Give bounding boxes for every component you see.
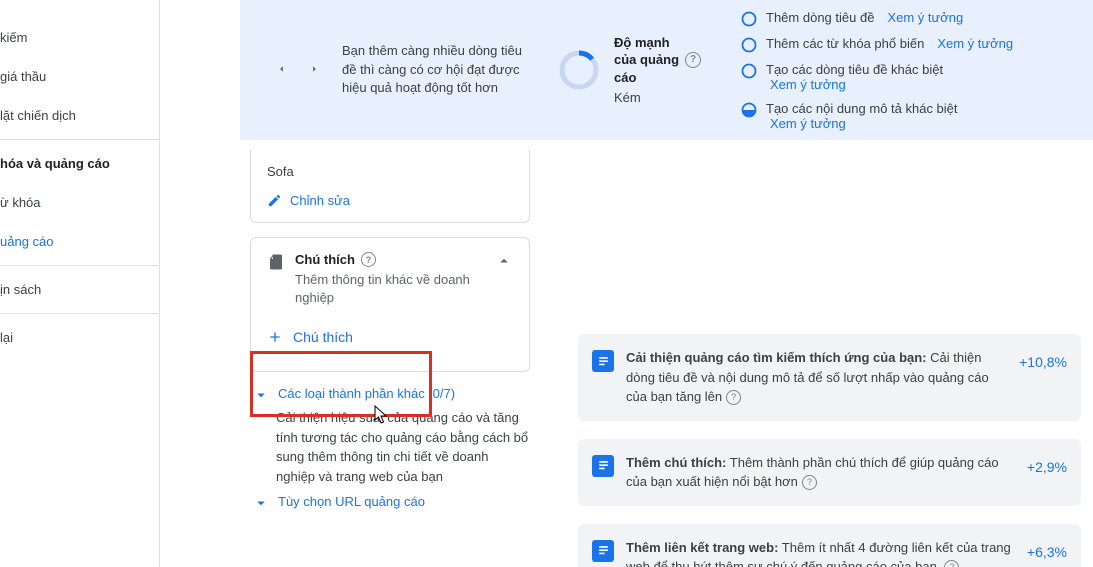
sidebar-divider-2 — [0, 313, 159, 314]
help-icon[interactable]: ? — [685, 52, 701, 68]
rec-card-1[interactable]: Thêm chú thích: Thêm thành phần chú thíc… — [578, 439, 1081, 506]
gauge-icon — [558, 49, 600, 91]
recommendation-icon — [592, 350, 614, 372]
sugg-link-0[interactable]: Xem ý tưởng — [887, 10, 963, 25]
chevron-up-icon[interactable] — [495, 252, 513, 273]
note-subtitle: Thêm thông tin khác về doanh nghiệp — [295, 271, 495, 307]
chevron-down-icon — [252, 494, 270, 512]
help-icon[interactable]: ? — [361, 252, 376, 267]
strength-rating: Kém — [614, 89, 701, 107]
main-area: Bạn thêm càng nhiều dòng tiêu đề thì càn… — [160, 0, 1093, 567]
rec-card-2[interactable]: Thêm liên kết trang web: Thêm ít nhất 4 … — [578, 524, 1081, 567]
banner-tip-text: Bạn thêm càng nhiều dòng tiêu đề thì càn… — [342, 42, 522, 99]
pencil-icon — [267, 193, 282, 208]
ad-strength-block: Độ mạnh của quảng ? cáo Kém — [558, 34, 701, 106]
rec-title-2: Thêm liên kết trang web: — [626, 540, 778, 555]
sidebar-item-3[interactable]: hóa và quảng cáo — [0, 144, 159, 183]
sidebar-divider-1 — [0, 265, 159, 266]
plus-icon — [267, 329, 283, 345]
left-sidebar: kiếm giá thầu lặt chiến dịch hóa và quản… — [0, 0, 160, 567]
note-title: Chú thích — [295, 252, 355, 267]
url-options-toggle[interactable]: Tùy chọn URL quảng cáo — [252, 494, 530, 512]
check-half-icon — [741, 102, 757, 118]
mouse-cursor-icon — [374, 405, 388, 425]
rec-pct-0: +10,8% — [1019, 348, 1067, 370]
next-arrow-icon[interactable] — [309, 61, 320, 80]
help-icon[interactable]: ? — [726, 390, 741, 405]
prev-arrow-icon[interactable] — [276, 61, 287, 80]
add-note-label: Chú thích — [293, 329, 353, 345]
sidebar-item-1[interactable]: giá thầu — [0, 57, 159, 96]
edit-label: Chỉnh sửa — [290, 193, 350, 208]
chevron-down-icon — [252, 386, 270, 404]
sidebar-item-5[interactable]: uảng cáo — [0, 222, 159, 261]
add-note-button[interactable]: Chú thích — [267, 329, 513, 345]
check-empty-icon — [741, 63, 757, 79]
strength-label-line2: của quảng — [614, 51, 679, 69]
sugg-text-3: Tạo các nội dung mô tả khác biệt — [766, 101, 958, 116]
right-column: Cải thiện quảng cáo tìm kiếm thích ứng c… — [578, 150, 1081, 567]
more-components-toggle[interactable]: Các loại thành phần khác (0/7) — [252, 386, 530, 404]
note-icon — [267, 253, 285, 271]
more-components-desc: Cải thiện hiệu suất của quảng cáo và tăn… — [276, 408, 530, 486]
sidebar-item-7[interactable]: lại — [0, 318, 159, 357]
check-empty-icon — [741, 11, 757, 27]
help-icon[interactable]: ? — [944, 560, 959, 567]
sidebar-item-0[interactable]: kiếm — [0, 18, 159, 57]
ad-strength-banner: Bạn thêm càng nhiều dòng tiêu đề thì càn… — [240, 0, 1093, 140]
strength-label-line1: Độ mạnh — [614, 34, 670, 52]
sugg-link-1[interactable]: Xem ý tưởng — [937, 36, 1013, 51]
strength-label-line3: cáo — [614, 69, 636, 87]
sidebar-item-6[interactable]: ịn sách — [0, 270, 159, 309]
note-card: Chú thích ? Thêm thông tin khác về doanh… — [250, 237, 530, 372]
rec-title-1: Thêm chú thích: — [626, 455, 726, 470]
sugg-link-2[interactable]: Xem ý tưởng — [770, 77, 943, 92]
check-empty-icon — [741, 37, 757, 53]
recommendation-icon — [592, 540, 614, 562]
url-options-label: Tùy chọn URL quảng cáo — [278, 494, 425, 509]
recommendation-icon — [592, 455, 614, 477]
sidebar-item-2[interactable]: lặt chiến dịch — [0, 96, 159, 135]
ad-group-card: Sofa Chỉnh sửa — [250, 150, 530, 223]
left-column: Sofa Chỉnh sửa Chú thích ? — [250, 150, 530, 567]
edit-button[interactable]: Chỉnh sửa — [267, 193, 513, 208]
strength-suggestions: Thêm dòng tiêu đề Xem ý tưởng Thêm các t… — [741, 10, 1013, 131]
rec-title-0: Cải thiện quảng cáo tìm kiếm thích ứng c… — [626, 350, 927, 365]
sidebar-divider-0 — [0, 139, 159, 140]
more-components-label: Các loại thành phần khác (0/7) — [278, 386, 455, 401]
sidebar-item-4[interactable]: ừ khóa — [0, 183, 159, 222]
sugg-text-1: Thêm các từ khóa phổ biến — [766, 36, 924, 51]
sugg-link-3[interactable]: Xem ý tưởng — [770, 116, 958, 131]
sugg-text-0: Thêm dòng tiêu đề — [766, 10, 874, 25]
ad-group-name: Sofa — [267, 164, 513, 179]
sugg-text-2: Tạo các dòng tiêu đề khác biệt — [766, 62, 943, 77]
rec-pct-2: +6,3% — [1027, 538, 1067, 560]
rec-pct-1: +2,9% — [1027, 453, 1067, 475]
rec-card-0[interactable]: Cải thiện quảng cáo tìm kiếm thích ứng c… — [578, 334, 1081, 421]
help-icon[interactable]: ? — [802, 475, 817, 490]
